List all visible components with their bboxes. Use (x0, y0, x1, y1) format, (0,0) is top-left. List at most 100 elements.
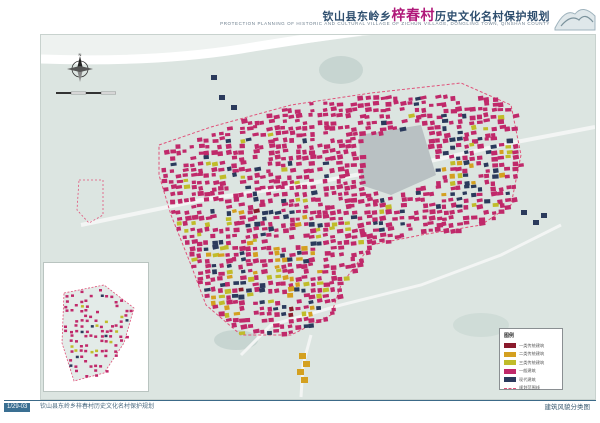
building-footprint (492, 202, 499, 207)
building-footprint (204, 293, 210, 299)
inset-building-footprint (65, 300, 69, 303)
building-footprint (310, 277, 316, 282)
inset-building-footprint (94, 335, 98, 338)
building-footprint (240, 280, 247, 285)
building-footprint (413, 210, 419, 216)
building-footprint (308, 150, 316, 156)
building-footprint (351, 210, 358, 215)
legend-label: 一类传统建筑 (519, 342, 545, 348)
building-footprint (477, 187, 483, 192)
building-footprint (163, 173, 169, 179)
inset-building-footprint (120, 299, 124, 302)
building-footprint (309, 101, 314, 106)
inset-building-footprint (105, 370, 109, 373)
building-footprint (399, 233, 405, 238)
building-footprint (211, 172, 216, 177)
building-footprint (337, 276, 343, 282)
building-footprint (449, 180, 456, 187)
building-footprint (296, 317, 303, 323)
building-footprint (323, 144, 331, 150)
building-footprint (351, 263, 357, 269)
building-footprint (260, 220, 266, 226)
building-footprint (254, 120, 260, 126)
building-footprint (441, 102, 447, 108)
building-footprint (281, 191, 288, 197)
building-footprint (358, 258, 365, 264)
building-footprint (289, 276, 294, 282)
building-footprint (317, 269, 323, 274)
building-footprint (469, 150, 475, 156)
building-footprint (462, 191, 468, 196)
building-footprint (413, 102, 420, 106)
inset-building-footprint (110, 295, 114, 299)
building-footprint (359, 191, 367, 197)
building-footprint (337, 192, 343, 197)
building-footprint (484, 199, 491, 204)
building-footprint (191, 184, 198, 190)
building-footprint (240, 126, 245, 131)
building-footprint (301, 251, 309, 255)
building-footprint (288, 155, 294, 161)
building-footprint (296, 144, 302, 149)
building-footprint (252, 233, 259, 240)
location-inset-map[interactable] (43, 262, 149, 392)
building-footprint (450, 145, 456, 150)
building-footprint (212, 139, 219, 143)
building-footprint (238, 331, 246, 336)
inset-building-footprint (100, 335, 104, 338)
building-footprint (337, 125, 344, 130)
building-footprint (218, 294, 226, 299)
building-footprint (302, 184, 308, 190)
building-footprint (295, 325, 302, 330)
building-footprint (246, 288, 252, 293)
building-footprint (246, 262, 253, 267)
building-footprint (197, 190, 205, 197)
building-footprint (274, 250, 280, 256)
building-footprint (288, 312, 294, 318)
building-footprint (262, 216, 267, 221)
building-footprint (238, 264, 244, 270)
building-footprint (231, 155, 238, 160)
building-footprint (266, 232, 272, 237)
building-footprint (337, 288, 343, 293)
building-footprint (191, 214, 199, 221)
building-footprint (247, 204, 254, 211)
building-footprint (443, 227, 450, 234)
building-footprint (238, 300, 246, 306)
building-footprint (246, 228, 253, 233)
building-footprint (302, 209, 308, 214)
inset-building-footprint (114, 354, 118, 357)
building-footprint (457, 113, 463, 118)
inset-building-footprint (85, 330, 89, 334)
building-footprint (183, 184, 191, 190)
inset-building-footprint (94, 319, 98, 322)
building-footprint (287, 175, 292, 181)
building-footprint (210, 277, 216, 283)
mountain-logo-icon (554, 9, 596, 31)
inset-building-footprint (64, 305, 68, 309)
building-footprint (310, 251, 316, 256)
building-footprint (471, 180, 476, 185)
building-footprint (423, 192, 430, 197)
building-footprint (226, 299, 234, 305)
building-footprint (331, 270, 336, 275)
building-footprint (345, 112, 352, 119)
building-footprint (184, 210, 190, 215)
building-footprint (210, 286, 216, 292)
building-footprint (364, 115, 370, 119)
building-footprint (455, 142, 462, 148)
building-footprint (324, 174, 330, 179)
building-footprint (281, 208, 286, 213)
building-footprint (408, 97, 413, 101)
building-footprint (274, 312, 280, 317)
building-footprint (301, 377, 308, 383)
legend-swatch (504, 368, 516, 374)
footer-divider (4, 400, 596, 401)
building-footprint (260, 132, 267, 137)
building-footprint (177, 191, 183, 196)
building-footprint (239, 305, 245, 312)
building-footprint (252, 246, 258, 251)
building-footprint (282, 113, 288, 118)
building-footprint (491, 126, 498, 132)
building-footprint (204, 191, 211, 197)
